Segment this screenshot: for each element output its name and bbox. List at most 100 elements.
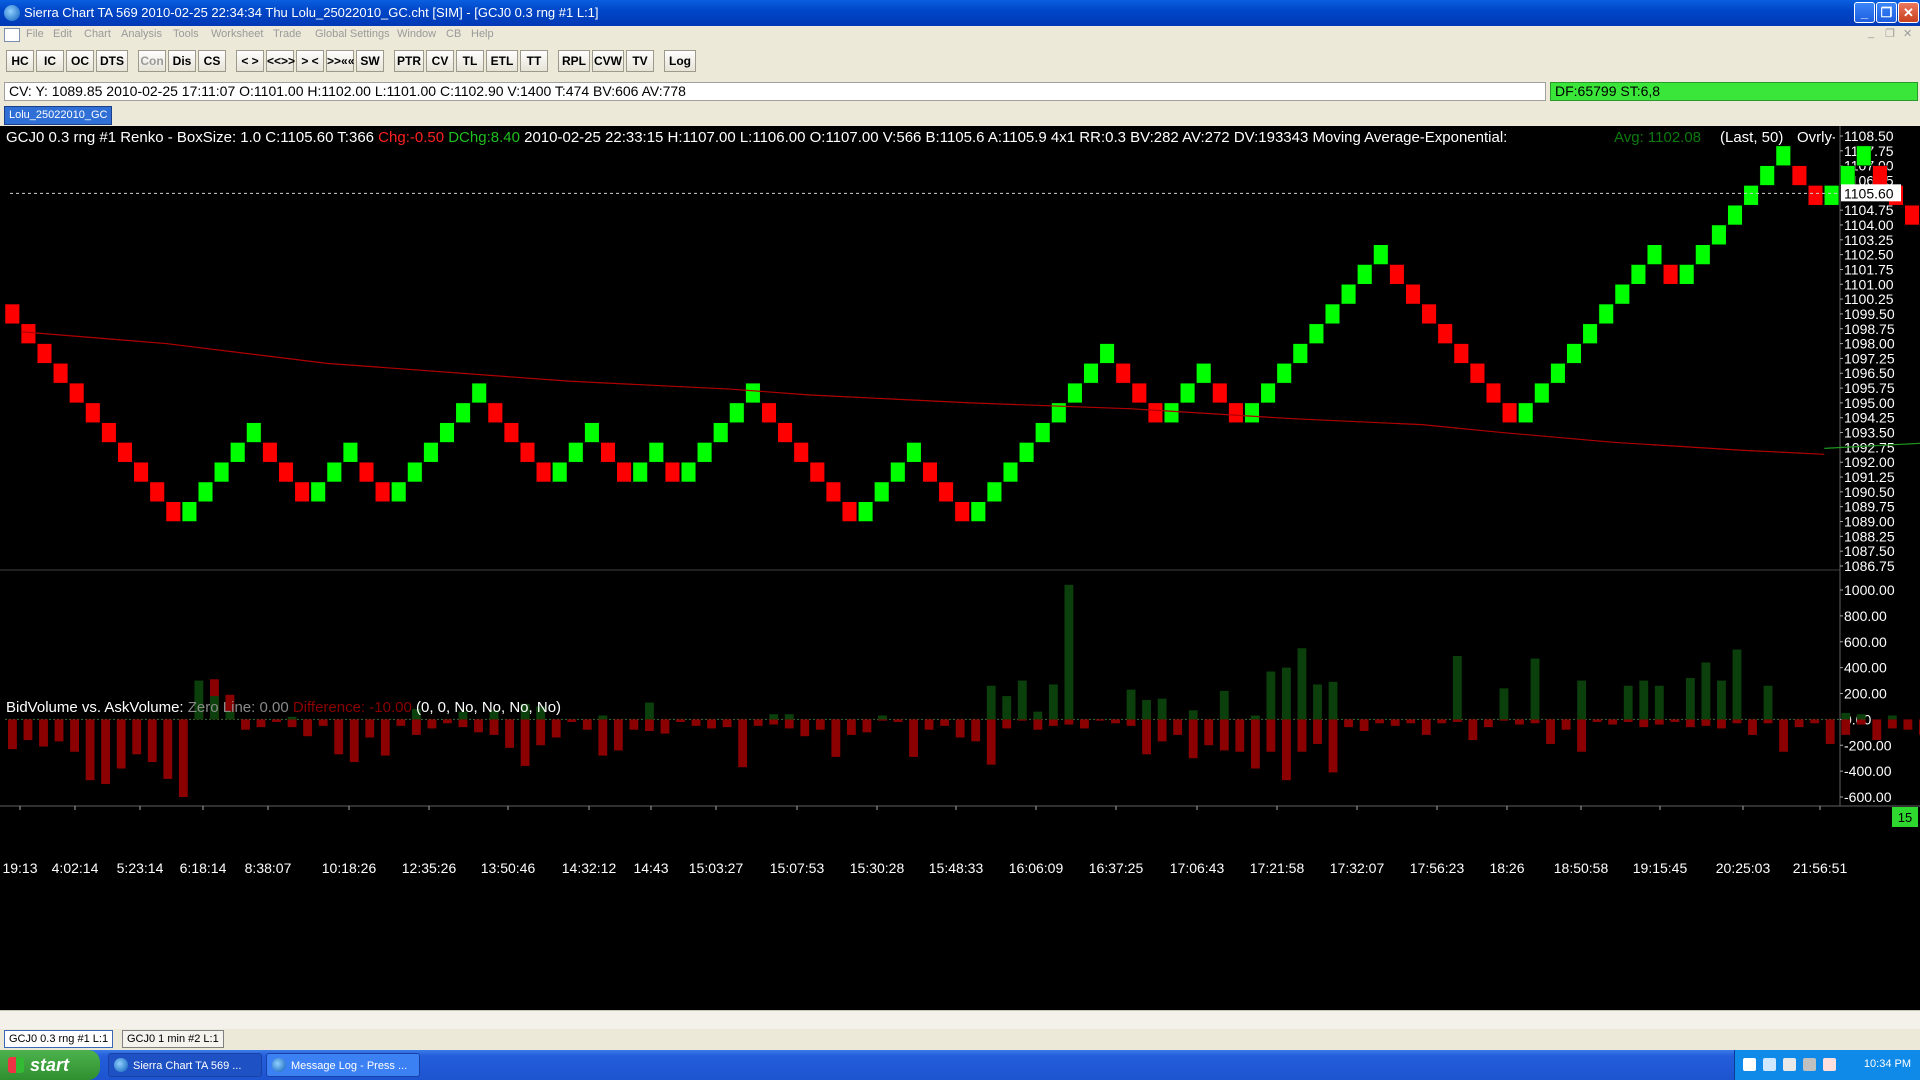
toolbar-button-rpl[interactable]: RPL	[558, 50, 590, 72]
task-sierra-chart[interactable]: Sierra Chart TA 569 ...	[108, 1053, 262, 1077]
volume-bar-negative	[116, 719, 126, 769]
toolbar-button-hc[interactable]: HC	[6, 50, 34, 72]
monitor-icon[interactable]	[1803, 1058, 1816, 1071]
close-button[interactable]: ✕	[1898, 2, 1919, 23]
toolbar-button-ptr[interactable]: PTR	[394, 50, 424, 72]
display-icon[interactable]	[1783, 1058, 1796, 1071]
menu-global-settings[interactable]: Global Settings	[315, 28, 390, 40]
menu-analysis[interactable]: Analysis	[121, 28, 162, 40]
tab-gcj0-1min[interactable]: GCJ0 1 min #2 L:1	[122, 1030, 224, 1048]
toolbar-button-dts[interactable]: DTS	[96, 50, 128, 72]
menu-window[interactable]: Window	[397, 28, 436, 40]
renko-brick	[1373, 244, 1389, 265]
windows-flag-icon	[8, 1057, 24, 1073]
menu-chart[interactable]: Chart	[84, 28, 111, 40]
renko-brick	[1711, 224, 1727, 245]
mdi-restore-button[interactable]: ❐	[1885, 27, 1895, 40]
toolbar-button-[interactable]: >>««	[326, 50, 354, 72]
volume-bar-negative	[1281, 719, 1291, 781]
menu-edit[interactable]: Edit	[53, 28, 72, 40]
volume-bar-positive	[1499, 688, 1509, 720]
price-tick-label: 1098.75	[1844, 321, 1895, 337]
volume-bar-negative	[318, 719, 328, 726]
renko-brick	[1421, 303, 1437, 325]
volume-bar-positive	[769, 714, 779, 720]
volume-bar-negative	[1592, 719, 1602, 722]
mdi-minimize-button[interactable]: _	[1868, 27, 1874, 39]
volume-bar-negative	[1841, 719, 1851, 735]
restore-button[interactable]: ❐	[1876, 2, 1897, 23]
time-tick-label: 15:03:27	[689, 860, 744, 876]
renko-brick	[890, 461, 906, 483]
renko-brick	[181, 501, 197, 522]
volume-bar-positive	[1887, 715, 1897, 720]
volume-bar-negative	[722, 719, 732, 728]
renko-brick	[1743, 185, 1759, 206]
volume-bar-negative	[1887, 719, 1897, 729]
renko-brick	[793, 442, 809, 463]
renko-brick	[1341, 284, 1357, 305]
volume-chart-header: BidVolume vs. AskVolume: Zero Line: 0.00…	[6, 699, 561, 716]
volume-bar-negative	[1390, 719, 1400, 726]
time-tick-label: 17:06:43	[1170, 860, 1225, 876]
menu-cb[interactable]: CB	[446, 28, 461, 40]
menu-trade[interactable]: Trade	[273, 28, 301, 40]
toolbar-button-etl[interactable]: ETL	[486, 50, 518, 72]
horizontal-scrollbar[interactable]	[0, 1010, 1920, 1029]
toolbar-button-cvw[interactable]: CVW	[592, 50, 624, 72]
toolbar-button-log[interactable]: Log	[664, 50, 696, 72]
minimize-button[interactable]: _	[1854, 2, 1875, 23]
time-tick-label: 18:50:58	[1554, 860, 1609, 876]
volume-params: (0, 0, No, No, No, No)	[415, 699, 562, 716]
toolbar-button-oc[interactable]: OC	[66, 50, 94, 72]
toolbar-button-cv[interactable]: CV	[426, 50, 454, 72]
menu-file[interactable]: File	[26, 28, 44, 40]
renko-brick	[20, 323, 36, 344]
toolbar-button-[interactable]: > <	[296, 50, 324, 72]
tab-chartbook[interactable]: Lolu_25022010_GC	[4, 106, 113, 125]
volume-bar-negative	[598, 719, 608, 756]
menu-tools[interactable]: Tools	[173, 28, 199, 40]
chart-area[interactable]: 1108.501107.751107.001106.251104.751104.…	[0, 126, 1920, 1010]
renko-brick	[1276, 363, 1292, 384]
volume-bar-negative	[1639, 719, 1649, 728]
volume-bar-positive	[1763, 685, 1773, 720]
volume-bar-negative	[1064, 719, 1074, 725]
renko-brick	[487, 402, 503, 423]
toolbar-button-sw[interactable]: SW	[356, 50, 384, 72]
menu-worksheet[interactable]: Worksheet	[211, 28, 263, 40]
mdi-close-button[interactable]: ✕	[1903, 27, 1912, 40]
toolbar-button-tl[interactable]: TL	[456, 50, 484, 72]
renko-brick	[922, 461, 938, 483]
volume-bar-negative	[1546, 719, 1555, 744]
task-message-log[interactable]: Message Log - Press ...	[266, 1053, 420, 1077]
toolbar-button-tv[interactable]: TV	[626, 50, 654, 72]
menu-help[interactable]: Help	[471, 28, 494, 40]
volume-bar-negative	[1810, 719, 1820, 724]
toolbar-button-tt[interactable]: TT	[520, 50, 548, 72]
renko-brick	[1856, 145, 1872, 166]
renko-brick	[214, 461, 230, 483]
help-icon[interactable]	[1743, 1058, 1756, 1071]
volume-bar-negative	[1017, 719, 1027, 721]
network-icon[interactable]	[1763, 1058, 1776, 1071]
renko-brick	[1759, 165, 1775, 186]
volume-bar-positive	[1701, 662, 1711, 720]
toolbar-button-[interactable]: <<>>	[266, 50, 295, 72]
volume-bar-negative	[644, 719, 654, 732]
header-last: (Last, 50)	[1720, 129, 1784, 146]
start-button[interactable]: start	[0, 1050, 100, 1080]
tab-gcj0-renko[interactable]: GCJ0 0.3 rng #1 L:1	[4, 1030, 114, 1048]
speaker-icon[interactable]	[1823, 1058, 1836, 1071]
volume-bar-negative	[349, 719, 359, 763]
renko-brick	[1904, 204, 1920, 226]
chart-svg[interactable]: 1108.501107.751107.001106.251104.751104.…	[0, 126, 1920, 1010]
price-tick-label: 1094.25	[1844, 410, 1895, 426]
toolbar-button-dis[interactable]: Dis	[168, 50, 196, 72]
volume-bar-negative	[396, 719, 406, 726]
renko-brick	[375, 481, 391, 502]
toolbar-button-cs[interactable]: CS	[198, 50, 226, 72]
volume-bar-positive	[1639, 680, 1649, 720]
toolbar-button-[interactable]: < >	[236, 50, 264, 72]
toolbar-button-ic[interactable]: IC	[36, 50, 64, 72]
